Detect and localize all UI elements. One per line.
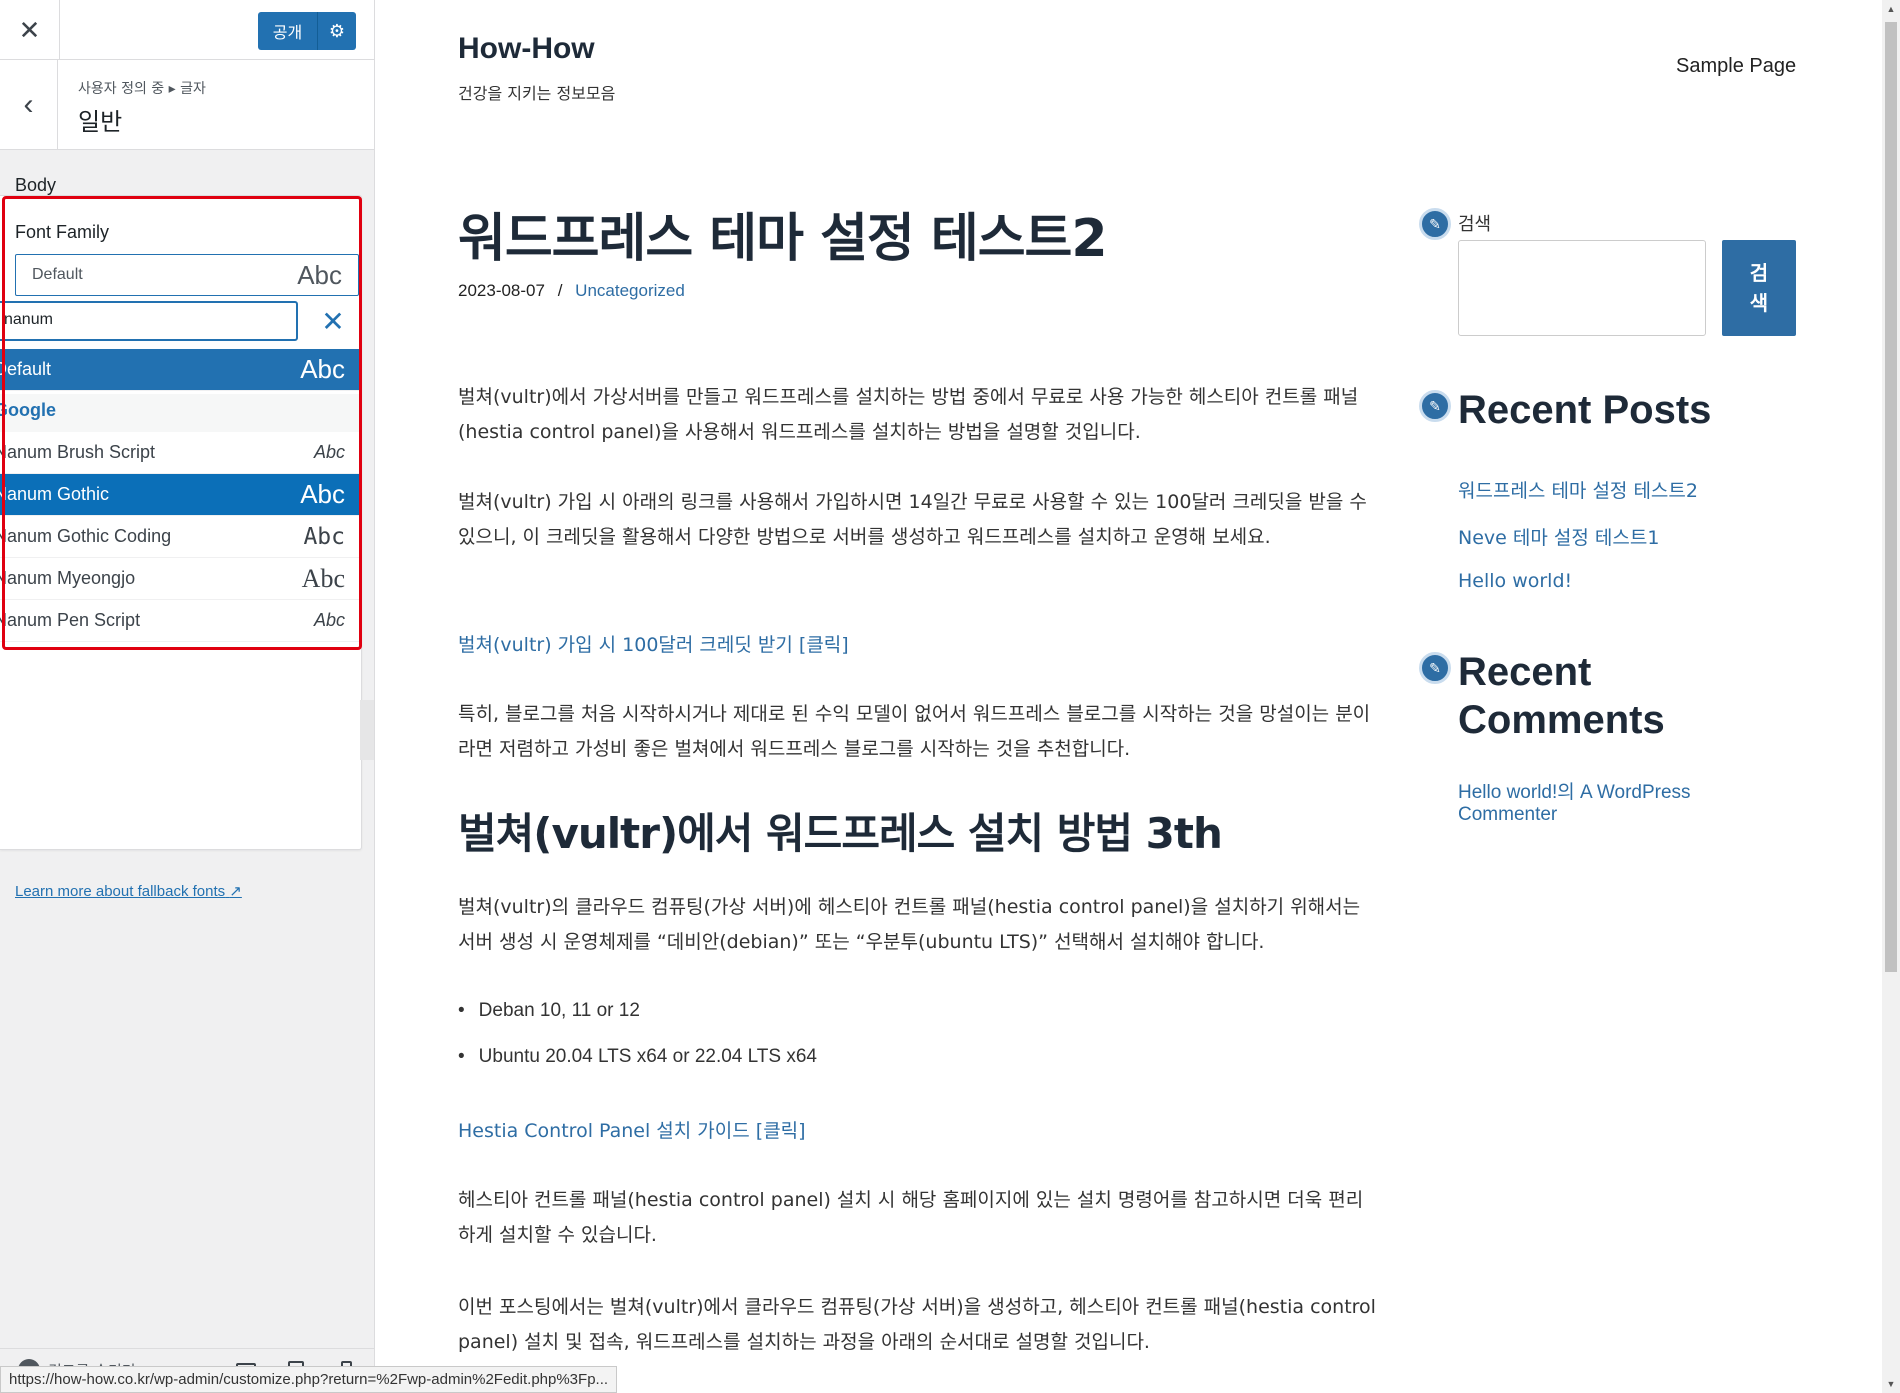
list-item: Deban 10, 11 or 12 <box>458 1000 640 1022</box>
font-option-sample: Abc <box>300 479 345 509</box>
section-title: 일반 <box>78 108 123 136</box>
vultr-signup-link[interactable]: 벌쳐(vultr) 가입 시 100달러 크레딧 받기 [클릭] <box>458 630 849 657</box>
recent-post-link[interactable]: 워드프레스 테마 설정 테스트2 <box>1458 476 1698 503</box>
external-link-icon: ↗ <box>229 883 242 900</box>
gear-icon[interactable]: ⚙ <box>318 12 356 50</box>
post-paragraph: 특히, 블로그를 처음 시작하시거나 제대로 된 수익 모델이 없어서 워드프레… <box>458 703 1371 760</box>
section-header: ‹ 사용자 정의 중 ▸ 글자 일반 <box>0 60 374 150</box>
customizer-header: ✕ 공개 ⚙ <box>0 0 374 60</box>
recent-comments-title: Recent Comments <box>1458 650 1665 742</box>
font-family-select[interactable]: Default Abc <box>15 254 359 296</box>
scroll-down-arrow-icon[interactable]: ▼ <box>1882 1375 1900 1393</box>
post-paragraph: 벌쳐(vultr)의 클라우드 컴퓨팅(가상 서버)에 헤스티아 컨트롤 패널(… <box>458 896 1361 953</box>
font-option-name: Nanum Pen Script <box>0 610 141 630</box>
comment-joiner: 의 <box>1557 782 1581 803</box>
font-option-sample: Abc <box>313 610 345 630</box>
font-sample: Abc <box>297 259 342 290</box>
status-bar-url: https://how-how.co.kr/wp-admin/customize… <box>0 1366 618 1393</box>
font-option-sample: Abc <box>301 563 345 593</box>
post-category[interactable]: Uncategorized <box>575 281 685 300</box>
recent-posts-title: Recent Posts <box>1458 388 1712 432</box>
recent-post-link[interactable]: Hello world! <box>1458 570 1572 592</box>
font-option-sample: Abc <box>300 354 345 384</box>
post-meta: 2023-08-07 / Uncategorized <box>458 281 685 301</box>
site-title[interactable]: How-How <box>458 32 595 66</box>
meta-separator: / <box>557 281 563 300</box>
customizer-sidebar: ✕ 공개 ⚙ ‹ 사용자 정의 중 ▸ 글자 일반 Body Font Fami… <box>0 0 375 1393</box>
edit-pencil-icon[interactable]: ✎ <box>1419 652 1451 684</box>
font-option-default[interactable]: Default Abc <box>0 349 359 391</box>
edit-pencil-icon[interactable]: ✎ <box>1419 208 1451 240</box>
nav-sample-page[interactable]: Sample Page <box>1676 55 1796 78</box>
dropdown-scrollbar[interactable] <box>360 700 374 760</box>
selected-font-value: Default <box>32 266 83 283</box>
font-option-nanum-gothic-coding[interactable]: Nanum Gothic Coding Abc <box>0 516 359 558</box>
site-tagline: 건강을 지키는 정보모음 <box>458 84 616 103</box>
font-option-sample: Abc <box>313 442 345 462</box>
font-family-label: Font Family <box>15 222 110 242</box>
fallback-fonts-link[interactable]: Learn more about fallback fonts ↗ <box>15 882 242 900</box>
search-button[interactable]: 검색 <box>1722 240 1796 336</box>
clear-search-icon[interactable]: ✕ <box>318 306 348 337</box>
site-preview: How-How 건강을 지키는 정보모음 Sample Page 워드프레스 테… <box>376 0 1882 1393</box>
scroll-thumb[interactable] <box>1885 22 1897 972</box>
recent-comment: Hello world!의 A WordPress Commenter <box>1458 782 1738 826</box>
search-input[interactable] <box>1458 240 1706 336</box>
edit-pencil-icon[interactable]: ✎ <box>1419 390 1451 422</box>
post-paragraph: 헤스티아 컨트롤 패널(hestia control panel) 설치 시 해… <box>458 1189 1364 1246</box>
publish-button[interactable]: 공개 <box>258 12 318 50</box>
font-option-sample: Abc <box>303 523 345 550</box>
comment-post-link[interactable]: Hello world! <box>1458 782 1557 803</box>
font-group-google: Google <box>0 400 56 420</box>
post-paragraph: 벌쳐(vultr) 가입 시 아래의 링크를 사용해서 가입하시면 14일간 무… <box>458 491 1367 548</box>
post-date: 2023-08-07 <box>458 281 545 300</box>
body-label: Body <box>15 175 57 195</box>
fallback-fonts-link-text: Learn more about fallback fonts <box>15 883 226 900</box>
font-option-name: Default <box>0 359 52 379</box>
font-option-name: Nanum Myeongjo <box>0 568 136 588</box>
publish-button-group: 공개 ⚙ <box>258 12 356 50</box>
back-chevron-icon[interactable]: ‹ <box>0 60 58 150</box>
post-title: 워드프레스 테마 설정 테스트2 <box>458 209 1108 269</box>
font-option-nanum-myeongjo[interactable]: Nanum Myeongjo Abc <box>0 558 359 600</box>
post-paragraph: 이번 포스팅에서는 벌쳐(vultr)에서 클라우드 컴퓨팅(가상 서버)을 생… <box>458 1296 1376 1353</box>
page-scrollbar[interactable]: ▲ ▼ <box>1882 0 1900 1393</box>
font-option-name: Nanum Gothic Coding <box>0 526 172 546</box>
font-option-nanum-pen-script[interactable]: Nanum Pen Script Abc <box>0 600 359 642</box>
list-item: Ubuntu 20.04 LTS x64 or 22.04 LTS x64 <box>458 1046 817 1068</box>
font-option-nanum-brush-script[interactable]: Nanum Brush Script Abc <box>0 432 359 474</box>
scroll-up-arrow-icon[interactable]: ▲ <box>1882 0 1900 18</box>
font-option-name: Nanum Gothic <box>0 484 110 504</box>
close-icon[interactable]: ✕ <box>0 0 60 60</box>
font-option-nanum-gothic[interactable]: Nanum Gothic Abc <box>0 474 359 516</box>
hestia-guide-link[interactable]: Hestia Control Panel 설치 가이드 [클릭] <box>458 1116 806 1143</box>
recent-post-link[interactable]: Neve 테마 설정 테스트1 <box>1458 523 1659 550</box>
post-paragraph: 벌쳐(vultr)에서 가상서버를 만들고 워드프레스를 설치하는 방법 중에서… <box>458 386 1359 443</box>
font-search-input[interactable]: nanum <box>0 301 298 341</box>
search-widget-label: 검색 <box>1458 214 1492 235</box>
font-option-name: Nanum Brush Script <box>0 442 156 462</box>
breadcrumb: 사용자 정의 중 ▸ 글자 <box>78 81 206 97</box>
post-heading: 벌쳐(vultr)에서 워드프레스 설치 방법 3th <box>458 809 1223 858</box>
